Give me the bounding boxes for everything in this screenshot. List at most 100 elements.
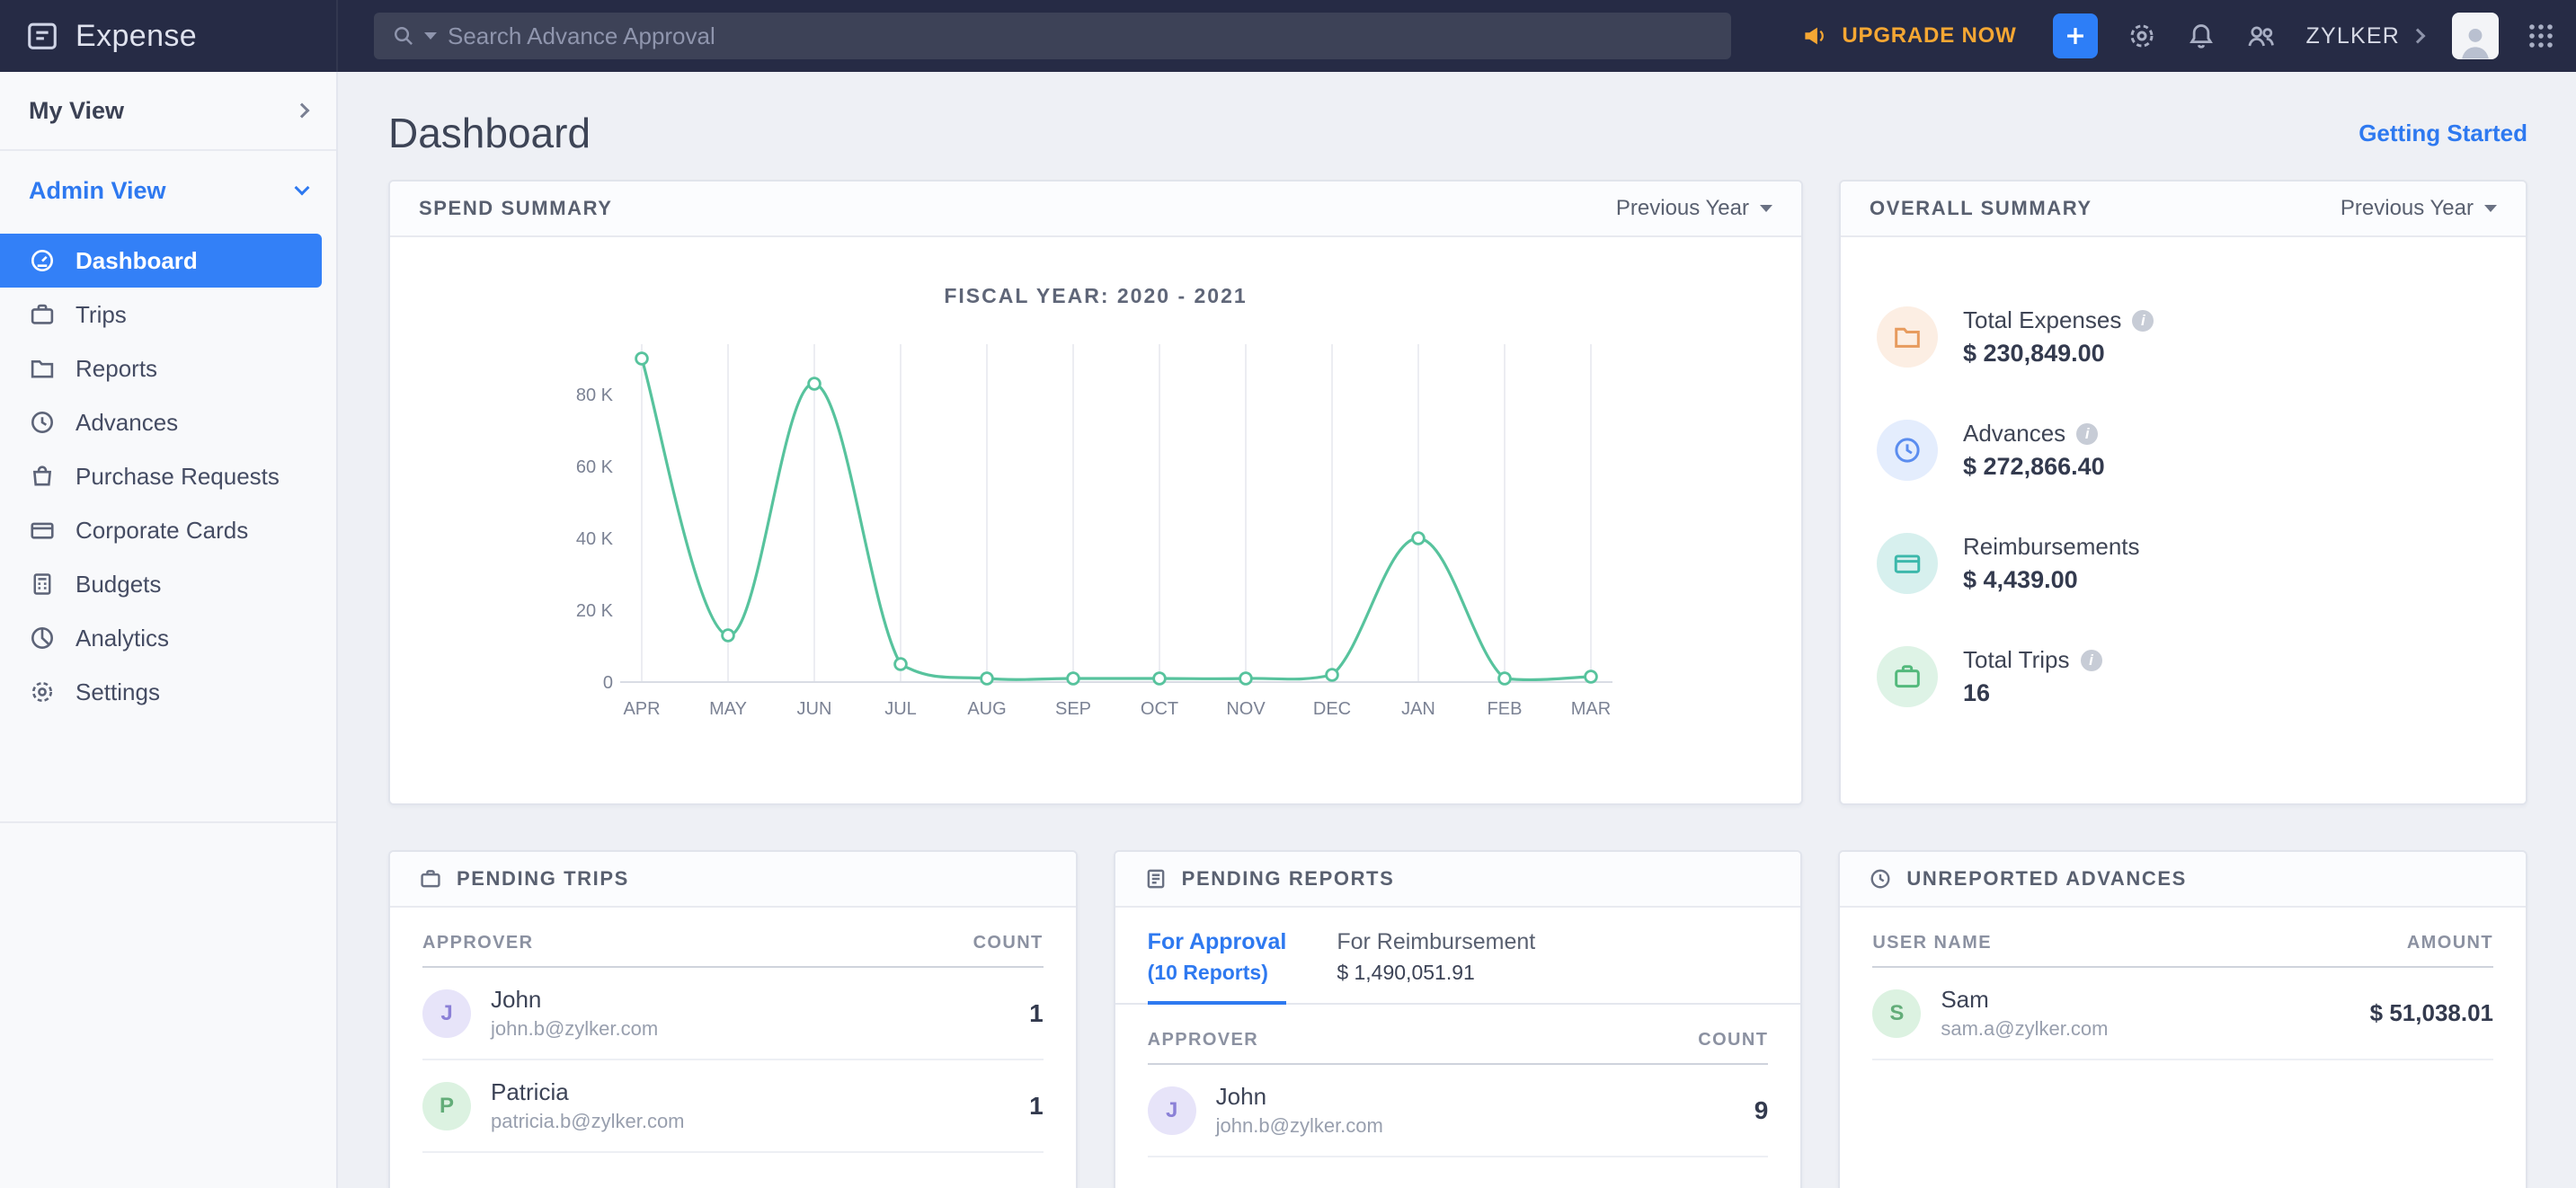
advances-clock-icon (1877, 420, 1938, 481)
shopping-bag-icon (29, 463, 56, 490)
chevron-down-icon (295, 181, 310, 196)
tab-label: For Reimbursement (1337, 929, 1535, 955)
col-user-name: USER NAME (1872, 933, 1992, 953)
col-count: COUNT (1698, 1030, 1768, 1051)
col-count: COUNT (973, 933, 1044, 953)
admin-view-toggle[interactable]: Admin View (0, 151, 336, 230)
svg-text:20 K: 20 K (576, 601, 614, 621)
megaphone-icon (1802, 22, 1829, 49)
table-row[interactable]: S Sam sam.a@zylker.com $ 51,038.01 (1872, 968, 2493, 1060)
sidebar-item-analytics[interactable]: Analytics (0, 611, 336, 665)
reimbursements-value: $ 4,439.00 (1963, 566, 2140, 594)
upgrade-now-button[interactable]: UPGRADE NOW (1802, 22, 2016, 49)
tab-label: For Approval (1148, 929, 1287, 955)
trip-count: 1 (1029, 999, 1044, 1028)
table-row[interactable]: P Patricia patricia.b@zylker.com 1 (422, 1060, 1044, 1153)
contacts-users-icon[interactable] (2245, 21, 2278, 51)
plus-icon (2064, 24, 2087, 48)
approver-email: patricia.b@zylker.com (491, 1110, 1029, 1133)
getting-started-link[interactable]: Getting Started (2358, 120, 2527, 147)
user-avatar[interactable] (2452, 13, 2499, 59)
org-switcher[interactable]: ZYLKER (2306, 23, 2423, 49)
search-input[interactable] (444, 21, 1713, 52)
chevron-right-icon (2411, 29, 2426, 44)
table-row[interactable]: J John john.b@zylker.com 1 (422, 968, 1044, 1060)
total-trips-item: Total Trips 16 (1877, 620, 2490, 733)
gear-icon (29, 678, 56, 705)
reimbursements-item: Reimbursements $ 4,439.00 (1877, 507, 2490, 620)
table-row[interactable]: J John john.b@zylker.com 9 (1148, 1065, 1769, 1157)
info-icon[interactable] (2132, 310, 2154, 332)
tab-sublabel: (10 Reports) (1148, 961, 1287, 985)
global-search[interactable] (374, 13, 1731, 59)
info-icon[interactable] (2076, 423, 2098, 445)
pie-chart-icon (29, 625, 56, 652)
document-icon (1144, 867, 1168, 891)
tab-for-reimbursement[interactable]: For Reimbursement $ 1,490,051.91 (1337, 929, 1535, 1003)
pending-trips-title: PENDING TRIPS (457, 867, 629, 891)
sidebar-item-label: Settings (76, 678, 160, 706)
advance-amount: $ 51,038.01 (2370, 999, 2493, 1027)
spend-summary-title: SPEND SUMMARY (419, 197, 613, 220)
avatar: S (1872, 989, 1921, 1038)
sidebar-divider (0, 821, 336, 823)
total-trips-label: Total Trips (1963, 646, 2070, 674)
notifications-bell-icon[interactable] (2186, 21, 2216, 51)
sidebar-item-purchase-requests[interactable]: Purchase Requests (0, 449, 336, 503)
svg-text:APR: APR (623, 699, 660, 719)
unreported-advances-card: UNREPORTED ADVANCES USER NAME AMOUNT S S… (1838, 850, 2527, 1188)
approver-email: john.b@zylker.com (491, 1017, 1029, 1041)
col-approver: APPROVER (422, 933, 533, 953)
total-expenses-value: $ 230,849.00 (1963, 340, 2154, 368)
sidebar-item-settings[interactable]: Settings (0, 665, 336, 719)
approver-name: Patricia (491, 1078, 1029, 1106)
total-trips-value: 16 (1963, 679, 2102, 707)
app-logo[interactable]: Expense (0, 0, 338, 72)
sidebar-item-label: Reports (76, 355, 157, 383)
avatar: P (422, 1082, 471, 1130)
pending-trips-columns: APPROVER COUNT (422, 908, 1044, 968)
overall-period-selector[interactable]: Previous Year (2341, 196, 2497, 221)
overall-summary-header: OVERALL SUMMARY Previous Year (1841, 182, 2526, 237)
folder-icon (29, 355, 56, 382)
line-chart: 020 K40 K60 K80 KAPRMAYJUNJULAUGSEPOCTNO… (390, 323, 1801, 793)
sidebar-item-label: Purchase Requests (76, 463, 280, 491)
reimbursement-card-icon (1877, 533, 1938, 594)
spend-period-selector[interactable]: Previous Year (1616, 196, 1772, 221)
sidebar-item-advances[interactable]: Advances (0, 395, 336, 449)
topbar: Expense (0, 0, 2576, 72)
svg-text:DEC: DEC (1313, 699, 1351, 719)
sidebar-item-budgets[interactable]: Budgets (0, 557, 336, 611)
sidebar-item-label: Dashboard (76, 247, 198, 275)
pending-reports-columns: APPROVER COUNT (1148, 1005, 1769, 1065)
briefcase-icon (29, 301, 56, 328)
pending-trips-card: PENDING TRIPS APPROVER COUNT J John john… (388, 850, 1078, 1188)
sidebar-item-corporate-cards[interactable]: Corporate Cards (0, 503, 336, 557)
svg-text:SEP: SEP (1055, 699, 1091, 719)
unreported-advances-title: UNREPORTED ADVANCES (1906, 867, 2187, 891)
main-content: Dashboard Getting Started SPEND SUMMARY … (338, 72, 2576, 1188)
info-icon[interactable] (2081, 650, 2102, 671)
pending-trips-header: PENDING TRIPS (390, 852, 1076, 908)
spend-chart: 020 K40 K60 K80 KAPRMAYJUNJULAUGSEPOCTNO… (390, 308, 1801, 793)
tab-for-approval[interactable]: For Approval (10 Reports) (1148, 929, 1287, 1005)
tab-sublabel: $ 1,490,051.91 (1337, 961, 1535, 985)
approver-name: John (491, 986, 1029, 1014)
svg-text:OCT: OCT (1141, 699, 1178, 719)
chart-title: FISCAL YEAR: 2020 - 2021 (390, 237, 1801, 308)
sidebar-item-trips[interactable]: Trips (0, 288, 336, 341)
sidebar-item-reports[interactable]: Reports (0, 341, 336, 395)
search-scope-caret-icon[interactable] (424, 32, 437, 40)
my-view-toggle[interactable]: My View (0, 72, 336, 151)
settings-gear-icon[interactable] (2127, 21, 2157, 51)
sidebar-item-dashboard[interactable]: Dashboard (0, 234, 322, 288)
advances-item: Advances $ 272,866.40 (1877, 394, 2490, 507)
svg-text:NOV: NOV (1226, 699, 1266, 719)
sidebar-item-label: Budgets (76, 571, 161, 598)
org-name: ZYLKER (2306, 23, 2400, 49)
quick-create-button[interactable] (2053, 13, 2098, 58)
app-grid-icon[interactable] (2527, 22, 2554, 49)
pending-reports-tabs: For Approval (10 Reports) For Reimbursem… (1115, 908, 1801, 1005)
clock-icon (29, 409, 56, 436)
reimbursements-label: Reimbursements (1963, 533, 2140, 561)
